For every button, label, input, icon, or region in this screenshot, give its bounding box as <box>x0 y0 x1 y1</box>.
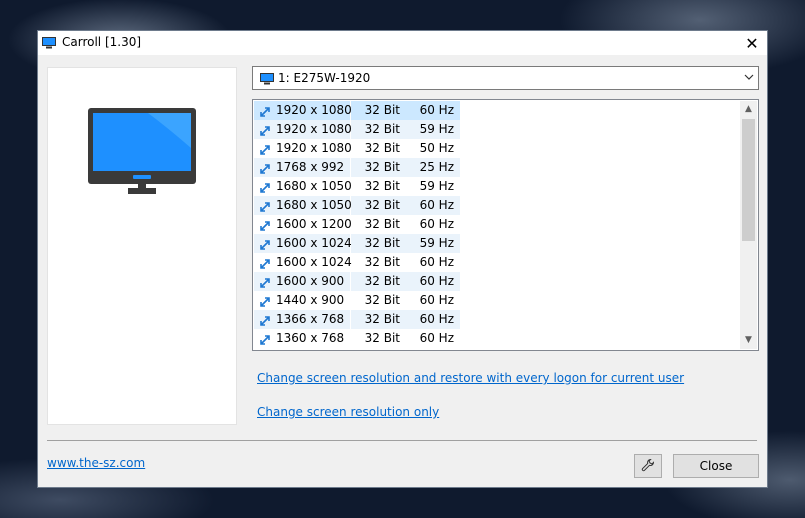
refresh-rate-cell: 60 Hz <box>419 331 454 345</box>
restore-on-logon-link[interactable]: Change screen resolution and restore wit… <box>257 371 684 385</box>
color-depth-cell: 32 Bit <box>351 158 406 177</box>
wrench-icon <box>641 458 655 475</box>
refresh-rate-cell: 60 Hz <box>406 196 460 215</box>
resolution-cell: 1680 x 1050 <box>254 177 352 196</box>
resolution-cell: 1680 x 1050 <box>254 196 352 215</box>
change-resolution-only-link[interactable]: Change screen resolution only <box>257 405 439 419</box>
color-depth-cell: 32 Bit <box>364 217 400 231</box>
monitor-icon <box>42 37 56 52</box>
refresh-rate-cell: 59 Hz <box>406 120 460 139</box>
website-link[interactable]: www.the-sz.com <box>47 456 145 470</box>
title-bar[interactable]: Carroll [1.30] ✕ <box>38 31 767 55</box>
resize-arrow-icon <box>259 333 271 350</box>
refresh-rate-cell: 60 Hz <box>406 310 460 329</box>
resolution-cell: 1920 x 1080 <box>254 101 352 120</box>
resolution-list[interactable]: 1920 x 1080 32 Bit 60 Hz 1920 x 1080 32 Bit 5… <box>252 99 759 351</box>
color-depth-cell: 32 Bit <box>351 101 406 120</box>
refresh-rate-cell: 59 Hz <box>406 234 460 253</box>
refresh-rate-cell: 60 Hz <box>419 217 454 231</box>
scroll-up-icon[interactable]: ▲ <box>740 101 757 118</box>
close-window-button[interactable]: ✕ <box>737 31 767 55</box>
refresh-rate-cell: 60 Hz <box>406 272 460 291</box>
scroll-down-icon[interactable]: ▼ <box>740 332 757 349</box>
resolution-cell: 1440 x 900 <box>254 291 350 310</box>
refresh-rate-cell: 59 Hz <box>419 179 454 193</box>
monitor-icon <box>88 108 196 199</box>
monitor-icon <box>260 73 274 88</box>
color-depth-cell: 32 Bit <box>351 272 406 291</box>
color-depth-cell: 32 Bit <box>364 179 400 193</box>
refresh-rate-cell: 60 Hz <box>419 293 454 307</box>
color-depth-cell: 32 Bit <box>351 234 406 253</box>
resolution-cell: 1366 x 768 <box>254 310 350 329</box>
vertical-scrollbar[interactable]: ▲ ▼ <box>740 101 757 349</box>
color-depth-cell: 32 Bit <box>364 331 400 345</box>
resolution-cell: 1768 x 992 <box>254 158 350 177</box>
resolution-cell: 1920 x 1080 <box>254 139 352 158</box>
resolution-cell: 1600 x 1024 <box>254 234 352 253</box>
refresh-rate-cell: 60 Hz <box>406 101 460 120</box>
monitor-select[interactable]: 1: E275W-1920 <box>252 66 759 90</box>
divider <box>47 440 757 441</box>
resolution-cell: 1920 x 1080 <box>254 120 352 139</box>
refresh-rate-cell: 60 Hz <box>419 255 454 269</box>
color-depth-cell: 32 Bit <box>351 310 406 329</box>
resolution-cell: 1600 x 900 <box>254 272 350 291</box>
refresh-rate-cell: 25 Hz <box>406 158 460 177</box>
color-depth-cell: 32 Bit <box>351 196 406 215</box>
app-window: Carroll [1.30] ✕ 1: E275W-1920 1920 x 10… <box>37 30 768 488</box>
color-depth-cell: 32 Bit <box>364 293 400 307</box>
resolution-cell: 1360 x 768 <box>254 329 350 348</box>
scrollbar-thumb[interactable] <box>742 119 755 241</box>
monitor-preview-panel <box>47 67 237 425</box>
monitor-select-value: 1: E275W-1920 <box>278 71 371 85</box>
color-depth-cell: 32 Bit <box>351 120 406 139</box>
resolution-cell: 1600 x 1024 <box>254 253 352 272</box>
resolution-cell: 1600 x 1200 <box>254 215 352 234</box>
close-button[interactable]: Close <box>673 454 759 478</box>
color-depth-cell: 32 Bit <box>364 141 400 155</box>
chevron-down-icon[interactable] <box>744 70 754 87</box>
color-depth-cell: 32 Bit <box>364 255 400 269</box>
settings-button[interactable] <box>634 454 662 478</box>
window-title: Carroll [1.30] <box>62 35 142 49</box>
refresh-rate-cell: 50 Hz <box>419 141 454 155</box>
